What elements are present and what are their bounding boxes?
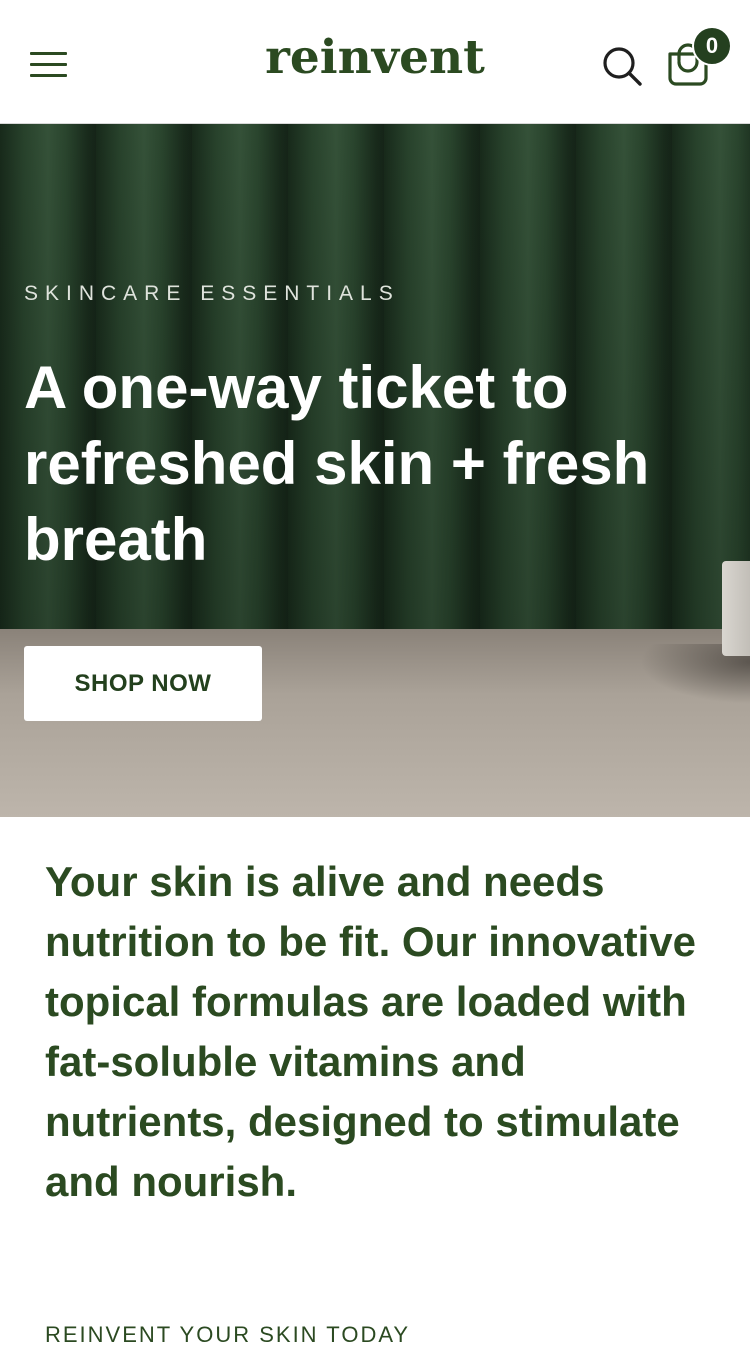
intro-paragraph: Your skin is alive and needs nutrition t… (45, 858, 696, 1205)
hero-product-block (722, 561, 750, 656)
hero-banner: SKINCARE ESSENTIALS A one-way ticket to … (0, 124, 750, 817)
hero-headline: A one-way ticket to refreshed skin + fre… (24, 354, 650, 573)
section-subheading: REINVENT YOUR SKIN TODAY (45, 1322, 411, 1347)
shop-now-button[interactable]: SHOP NOW (24, 646, 262, 721)
site-header: reinvent 0 (0, 0, 750, 124)
hero-eyebrow: SKINCARE ESSENTIALS (24, 282, 400, 305)
search-button[interactable] (600, 44, 644, 88)
cart-count-badge: 0 (692, 26, 732, 66)
search-icon (603, 47, 642, 86)
